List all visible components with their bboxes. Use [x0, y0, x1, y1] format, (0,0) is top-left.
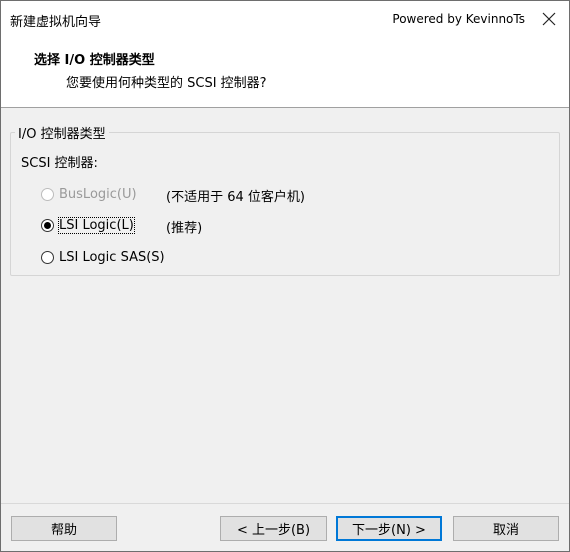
close-icon — [542, 12, 556, 26]
page-title: 选择 I/O 控制器类型 — [34, 53, 155, 68]
back-button[interactable]: < 上一步(B) — [220, 516, 327, 541]
radio-label: BusLogic(U) — [59, 187, 137, 202]
lsi-logic-note: (推荐) — [166, 221, 203, 236]
radio-label: LSI Logic SAS(S) — [59, 250, 165, 265]
radio-lsi-logic-sas[interactable]: LSI Logic SAS(S) — [41, 250, 165, 265]
radio-circle — [41, 251, 54, 264]
radio-circle — [41, 219, 54, 232]
radio-circle — [41, 188, 54, 201]
radio-label: LSI Logic(L) — [58, 217, 135, 234]
help-button[interactable]: 帮助 — [11, 516, 117, 541]
title-bar: 新建虚拟机向导 Powered by KevinnoTs — [1, 1, 569, 39]
close-button[interactable] — [537, 7, 561, 31]
radio-lsi-logic[interactable]: LSI Logic(L) — [41, 217, 135, 234]
scsi-controller-label: SCSI 控制器: — [21, 156, 98, 171]
window-title: 新建虚拟机向导 — [10, 15, 102, 30]
cancel-button[interactable]: 取消 — [453, 516, 559, 541]
wizard-header: 选择 I/O 控制器类型 您要使用何种类型的 SCSI 控制器? — [1, 39, 569, 108]
page-subtitle: 您要使用何种类型的 SCSI 控制器? — [66, 76, 267, 91]
radio-buslogic[interactable]: BusLogic(U) — [41, 187, 137, 202]
powered-by-label: Powered by KevinnoTs — [392, 12, 525, 26]
buslogic-note: (不适用于 64 位客户机) — [166, 190, 305, 205]
footer-divider — [1, 503, 569, 504]
next-button[interactable]: 下一步(N) > — [336, 516, 442, 541]
new-vm-wizard-dialog: 新建虚拟机向导 Powered by KevinnoTs 选择 I/O 控制器类… — [0, 0, 570, 552]
groupbox-legend: I/O 控制器类型 — [15, 123, 109, 142]
